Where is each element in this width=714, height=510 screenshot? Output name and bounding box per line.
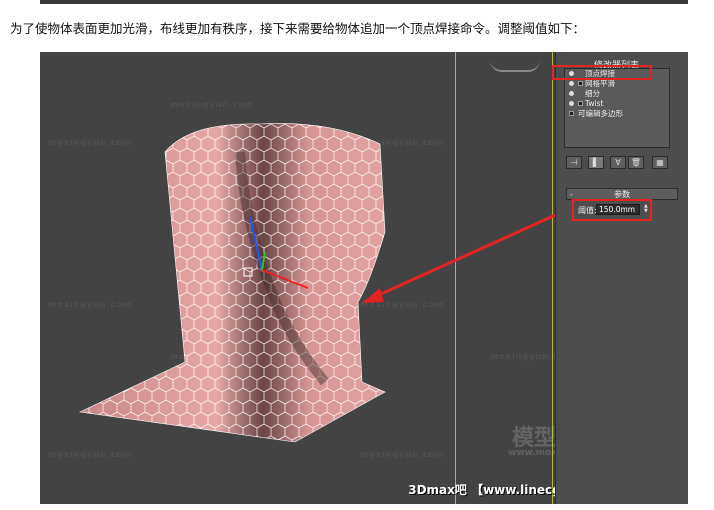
- remove-modifier-icon[interactable]: 🗑: [628, 156, 644, 169]
- highlight-vertex-weld: [552, 65, 652, 80]
- show-end-result-icon[interactable]: ▌: [588, 156, 604, 169]
- lightbulb-icon[interactable]: [569, 81, 574, 86]
- modifier-editable-poly[interactable]: 可编辑多边形: [565, 109, 669, 119]
- rollout-title: 参数: [614, 190, 630, 199]
- 3d-viewport[interactable]: moxingyun.com moxingyun.com moxingyun.co…: [40, 52, 688, 504]
- configure-icon[interactable]: ▦: [652, 156, 668, 169]
- modifier-label: 可编辑多边形: [578, 109, 623, 118]
- modifier-meshsmooth[interactable]: 网格平滑: [565, 79, 669, 89]
- modifier-label: Twist: [585, 99, 604, 108]
- modifier-stack[interactable]: 顶点焊接 网格平滑 细分 Twist 可编辑多边形: [564, 68, 670, 148]
- modifier-twist[interactable]: Twist: [565, 99, 669, 109]
- expand-box-icon[interactable]: [578, 101, 583, 106]
- modifier-label: 细分: [585, 89, 600, 98]
- modifier-tessellate[interactable]: 细分: [565, 89, 669, 99]
- pin-icon[interactable]: ⊣: [566, 156, 582, 169]
- mesh-object[interactable]: [78, 123, 386, 443]
- lightbulb-icon[interactable]: [569, 91, 574, 96]
- lightbulb-icon[interactable]: [569, 101, 574, 106]
- highlight-threshold: [572, 199, 652, 221]
- tutorial-caption: 为了使物体表面更加光滑，布线更加有秩序，接下来需要给物体追加一个顶点焊接命令。调…: [10, 21, 586, 36]
- make-unique-icon[interactable]: ∀: [610, 156, 626, 169]
- expand-box-icon[interactable]: [569, 111, 574, 116]
- stack-toolbar: ⊣ ▌ ∀ 🗑 ▦: [566, 156, 670, 170]
- previous-image-edge: [40, 0, 688, 4]
- pointer-arrow: [362, 210, 563, 303]
- command-panel: 修改器列表 顶点焊接 网格平滑 细分 Twist 可编辑多边形 ⊣ ▌ ∀ 🗑 …: [555, 52, 688, 504]
- modifier-label: 网格平滑: [585, 79, 615, 88]
- expand-box-icon[interactable]: [578, 81, 583, 86]
